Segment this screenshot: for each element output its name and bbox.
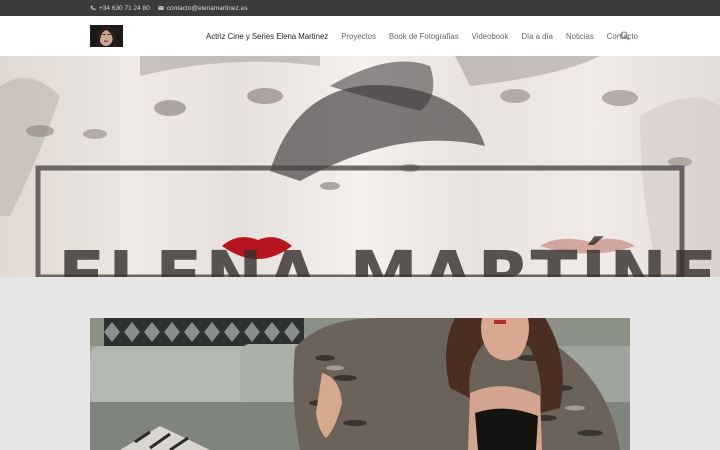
phone-number: +34 630 71 24 80 [99,4,150,12]
phone-icon [90,5,96,10]
nav-item-home[interactable]: Actriz Cine y Series Elena Martinez [206,32,328,41]
email-contact[interactable]: contacto@elenamartinez.es [157,4,248,12]
nav-item-videobook[interactable]: Videobook [472,32,509,41]
nav-item-news[interactable]: Noticias [566,32,594,41]
featured-photo-image [90,318,630,450]
search-icon[interactable] [620,31,630,41]
featured-photo [90,318,630,450]
hero-title: ELENA MARTÍNEZ [58,237,720,278]
nav-item-projects[interactable]: Proyectos [341,32,376,41]
site-header: Actriz Cine y Series Elena Martinez Proy… [0,16,720,56]
nav-item-photo-book[interactable]: Book de Fotografias [389,32,459,41]
envelope-icon [157,6,164,10]
nav-item-daily[interactable]: Día a día [521,32,553,41]
logo-portrait-image [90,25,123,47]
site-logo[interactable] [90,25,123,47]
main-navigation: Actriz Cine y Series Elena Martinez Proy… [206,16,638,56]
top-bar: +34 630 71 24 80 contacto@elenamartinez.… [0,0,720,16]
phone-contact[interactable]: +34 630 71 24 80 [90,5,150,12]
email-address: contacto@elenamartinez.es [166,4,248,12]
hero-banner: ELENA MARTÍNEZ [0,56,720,277]
